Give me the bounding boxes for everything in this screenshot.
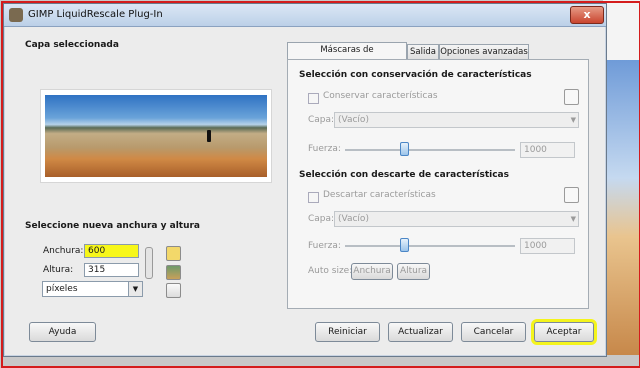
selected-layer-heading: Capa seleccionada	[25, 40, 119, 50]
discard-layer-value: (Vacío)	[338, 214, 369, 224]
autosize-width-button[interactable]: Anchura	[351, 263, 393, 280]
preserve-strength-label: Fuerza:	[308, 144, 341, 154]
unit-value: píxeles	[46, 284, 78, 294]
chevron-down-icon: ▼	[128, 282, 142, 296]
reset-link-icon[interactable]	[166, 283, 181, 298]
discard-slider-thumb[interactable]	[400, 238, 409, 252]
discard-heading: Selección con descarte de característica…	[299, 170, 509, 180]
window-title: GIMP LiquidRescale Plug-In	[28, 9, 163, 20]
cancel-button[interactable]: Cancelar	[461, 322, 526, 342]
gimp-icon	[9, 8, 23, 22]
discard-checkbox[interactable]	[308, 192, 319, 203]
autosize-label: Auto size:	[308, 266, 353, 276]
preserve-layer-value: (Vacío)	[338, 115, 369, 125]
tab-feature-masks[interactable]: Máscaras de características	[287, 42, 407, 70]
discard-checkbox-label: Descartar características	[323, 190, 436, 200]
preview-image	[45, 95, 267, 177]
help-button[interactable]: Ayuda	[29, 322, 96, 342]
size-heading: Seleccione nueva anchura y altura	[25, 221, 201, 231]
plugin-dialog: GIMP LiquidRescale Plug-In x Capa selecc…	[3, 3, 607, 357]
discard-layer-select[interactable]: (Vacío) ▼	[334, 211, 579, 227]
chevron-down-icon: ▼	[570, 116, 576, 124]
image-size-icon[interactable]	[166, 265, 181, 280]
autosize-height-button[interactable]: Altura	[397, 263, 430, 280]
reset-button[interactable]: Reiniciar	[315, 322, 380, 342]
tab-advanced-options[interactable]: Opciones avanzadas	[439, 44, 529, 60]
new-layer-icon[interactable]	[564, 89, 579, 105]
height-label: Altura:	[43, 265, 74, 275]
title-bar[interactable]: GIMP LiquidRescale Plug-In x	[4, 4, 606, 27]
layer-size-icon[interactable]	[166, 246, 181, 261]
person-figure	[207, 130, 211, 142]
background-window	[603, 0, 640, 60]
preserve-strength-slider[interactable]	[345, 149, 515, 151]
width-label: Anchura:	[43, 246, 84, 256]
preserve-layer-label: Capa:	[308, 115, 335, 125]
width-input[interactable]: 600	[84, 244, 139, 258]
preserve-checkbox-label: Conservar características	[323, 91, 438, 101]
close-button[interactable]: x	[570, 6, 604, 24]
update-button[interactable]: Actualizar	[388, 322, 453, 342]
new-layer-icon[interactable]	[564, 187, 579, 203]
chevron-down-icon: ▼	[570, 215, 576, 223]
preserve-checkbox[interactable]	[308, 93, 319, 104]
preserve-slider-thumb[interactable]	[400, 142, 409, 156]
feature-masks-panel: Selección con conservación de caracterís…	[287, 59, 589, 309]
discard-layer-label: Capa:	[308, 214, 335, 224]
discard-strength-spin[interactable]: 1000	[520, 238, 575, 254]
preserve-strength-spin[interactable]: 1000	[520, 142, 575, 158]
ok-button[interactable]: Aceptar	[534, 322, 594, 342]
preserve-heading: Selección con conservación de caracterís…	[299, 70, 532, 80]
discard-strength-slider[interactable]	[345, 245, 515, 247]
discard-strength-label: Fuerza:	[308, 241, 341, 251]
chain-link-icon[interactable]	[145, 247, 153, 279]
background-image-strip	[603, 60, 640, 355]
unit-select[interactable]: píxeles ▼	[42, 281, 143, 297]
height-input[interactable]: 315	[84, 263, 139, 277]
layer-preview	[40, 89, 272, 183]
tab-output[interactable]: Salida	[407, 44, 439, 60]
preserve-layer-select[interactable]: (Vacío) ▼	[334, 112, 579, 128]
